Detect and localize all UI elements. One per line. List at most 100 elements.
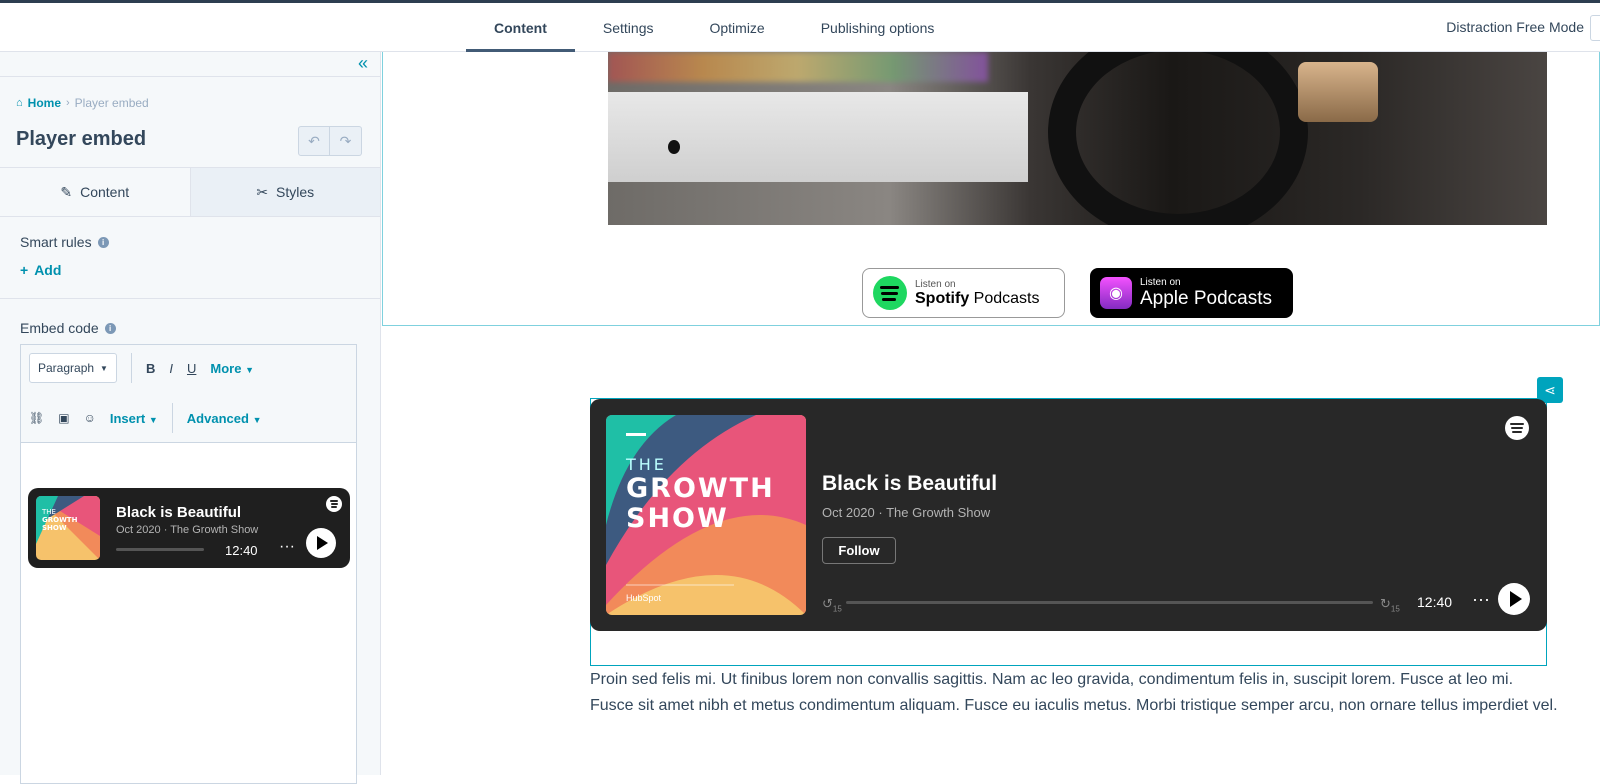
mini-episode-subtitle: Oct 2020 · The Growth Show xyxy=(116,524,259,536)
toolbar-separator xyxy=(171,403,173,433)
mini-spotify-icon xyxy=(326,496,342,512)
listen-on-spotify-badge[interactable]: Listen on Spotify Podcasts xyxy=(862,268,1065,318)
more-options-icon[interactable]: ··· xyxy=(1472,589,1490,610)
bold-button[interactable]: B xyxy=(146,361,155,376)
tab-settings[interactable]: Settings xyxy=(575,3,682,52)
cover-dash xyxy=(626,433,646,436)
mini-cover-growth: GROWTH xyxy=(42,516,78,524)
headphones-shape xyxy=(1048,52,1308,225)
rich-text-editor[interactable]: Paragraph ▼ B I U More ▼ ⛓ ▣ ☺ Insert ▼ … xyxy=(20,344,357,784)
toolbar-row-1: Paragraph ▼ B I U More ▼ xyxy=(29,353,254,383)
distraction-free-mode-label[interactable]: Distraction Free Mode xyxy=(1446,19,1584,35)
caret-down-icon: ▼ xyxy=(245,364,254,375)
listen-on-apple-podcasts-badge[interactable]: ◉ Listen on Apple Podcasts xyxy=(1090,268,1293,318)
add-smart-rule-button[interactable]: + Add xyxy=(20,262,61,278)
mini-spotify-player[interactable]: THE GROWTH SHOW Black is Beautiful Oct 2… xyxy=(28,488,350,568)
mini-duration: 12:40 xyxy=(225,543,258,558)
spotify-badge-rest: Podcasts xyxy=(973,289,1040,307)
mini-play-icon[interactable] xyxy=(306,528,336,558)
follow-button[interactable]: Follow xyxy=(822,537,896,564)
distraction-free-toggle[interactable] xyxy=(1590,15,1600,41)
smart-rules-text: Smart rules xyxy=(20,234,92,250)
image-icon[interactable]: ▣ xyxy=(58,411,69,425)
advanced-label: Advanced xyxy=(186,410,249,426)
hero-computer xyxy=(608,92,1028,182)
brush-icon: ✂ xyxy=(256,183,269,200)
mini-progress-bar[interactable] xyxy=(116,548,204,551)
link-icon[interactable]: ⛓ xyxy=(29,411,44,425)
cover-show: SHOW xyxy=(626,503,729,534)
apple-podcasts-icon: ◉ xyxy=(1100,277,1132,309)
toolbar-separator xyxy=(130,353,132,383)
hero-blur-strip xyxy=(608,52,988,82)
undo-icon[interactable]: ↶ xyxy=(298,126,330,156)
pencil-icon: ✎ xyxy=(60,183,73,200)
chevron-right-icon: › xyxy=(66,97,70,109)
info-icon[interactable]: i xyxy=(97,236,109,248)
panel-title: Player embed xyxy=(16,128,147,150)
skip-back-15-icon[interactable]: ↺15 xyxy=(822,596,842,614)
spotify-player[interactable]: THE GROWTH SHOW HubSpot Black is Beautif… xyxy=(590,399,1547,631)
mini-cover-show: SHOW xyxy=(42,524,67,532)
embed-code-text: Embed code xyxy=(20,320,99,336)
hero-image[interactable] xyxy=(608,52,1547,225)
cover-brand-logo: HubSpot xyxy=(626,593,662,603)
breadcrumb-current: Player embed xyxy=(74,96,149,110)
italic-button[interactable]: I xyxy=(169,361,173,376)
advanced-dropdown[interactable]: Advanced ▼ xyxy=(187,411,262,426)
spotify-badge-text: Listen on Spotify Podcasts xyxy=(915,279,1039,308)
page-canvas: Listen on Spotify Podcasts ◉ Listen on A… xyxy=(382,52,1600,775)
apple-badge-big: Apple Podcasts xyxy=(1140,287,1273,309)
mini-cover-art: THE GROWTH SHOW xyxy=(36,496,100,560)
cover-growth: GROWTH xyxy=(626,473,775,504)
caret-down-icon: ▼ xyxy=(252,414,262,425)
breadcrumb-home[interactable]: Home xyxy=(28,96,61,110)
top-bar: Content Settings Optimize Publishing opt… xyxy=(0,0,1600,52)
add-label: Add xyxy=(34,262,62,278)
mini-episode-title: Black is Beautiful xyxy=(116,504,242,521)
info-icon[interactable]: i xyxy=(104,322,116,334)
more-dropdown[interactable]: More ▼ xyxy=(210,361,254,376)
panel-tab-styles-label: Styles xyxy=(276,184,315,200)
emoji-icon[interactable]: ☺ xyxy=(84,411,96,425)
collapse-sidebar-icon[interactable]: « xyxy=(358,53,368,74)
tab-publishing-options[interactable]: Publishing options xyxy=(793,3,963,52)
divider xyxy=(0,298,380,299)
duration: 12:40 xyxy=(1417,594,1453,610)
spotify-badge-small: Listen on xyxy=(915,278,956,290)
insert-dropdown[interactable]: Insert ▼ xyxy=(110,411,158,426)
undo-redo-group: ↶ ↷ xyxy=(298,126,362,156)
more-label: More xyxy=(210,360,242,376)
spotify-logo-icon xyxy=(1505,416,1529,440)
panel-tab-content[interactable]: ✎ Content xyxy=(0,168,191,216)
episode-subtitle: Oct 2020 · The Growth Show xyxy=(822,505,991,520)
cover-art: THE GROWTH SHOW HubSpot xyxy=(606,415,806,615)
spotify-badge-brand: Spotify xyxy=(915,289,970,307)
play-icon[interactable] xyxy=(1498,583,1530,615)
top-tabs: Content Settings Optimize Publishing opt… xyxy=(466,3,962,52)
sidebar: « ⌂ Home › Player embed Player embed ↶ ↷… xyxy=(0,52,381,784)
mini-more-icon[interactable]: ··· xyxy=(279,538,295,556)
breadcrumb: ⌂ Home › Player embed xyxy=(16,96,149,110)
home-icon[interactable]: ⌂ xyxy=(16,97,23,109)
body-paragraph[interactable]: Proin sed felis mi. Ut finibus lorem non… xyxy=(590,667,1560,719)
cover-the: THE xyxy=(626,455,667,474)
caret-down-icon: ▼ xyxy=(148,414,158,425)
progress-bar[interactable] xyxy=(846,601,1373,604)
embed-code-label: Embed code i xyxy=(20,320,116,336)
redo-icon[interactable]: ↷ xyxy=(330,126,362,156)
plus-icon: + xyxy=(20,262,29,278)
episode-title: Black is Beautiful xyxy=(822,472,998,495)
tab-optimize[interactable]: Optimize xyxy=(681,3,792,52)
toolbar-row-2: ⛓ ▣ ☺ Insert ▼ Advanced ▼ xyxy=(29,403,261,433)
smart-rules-label: Smart rules i xyxy=(20,234,109,250)
panel-tab-content-label: Content xyxy=(80,184,130,200)
underline-button[interactable]: U xyxy=(187,361,196,376)
microphone-shape xyxy=(1298,62,1378,122)
editor-toolbar: Paragraph ▼ B I U More ▼ ⛓ ▣ ☺ Insert ▼ … xyxy=(21,345,356,443)
skip-forward-15-icon[interactable]: ↻15 xyxy=(1380,596,1400,614)
tab-content[interactable]: Content xyxy=(466,3,575,52)
panel-tab-styles[interactable]: ✂ Styles xyxy=(190,168,380,216)
paragraph-select[interactable]: Paragraph ▼ xyxy=(29,353,117,383)
mini-cover-the: THE xyxy=(42,508,56,516)
